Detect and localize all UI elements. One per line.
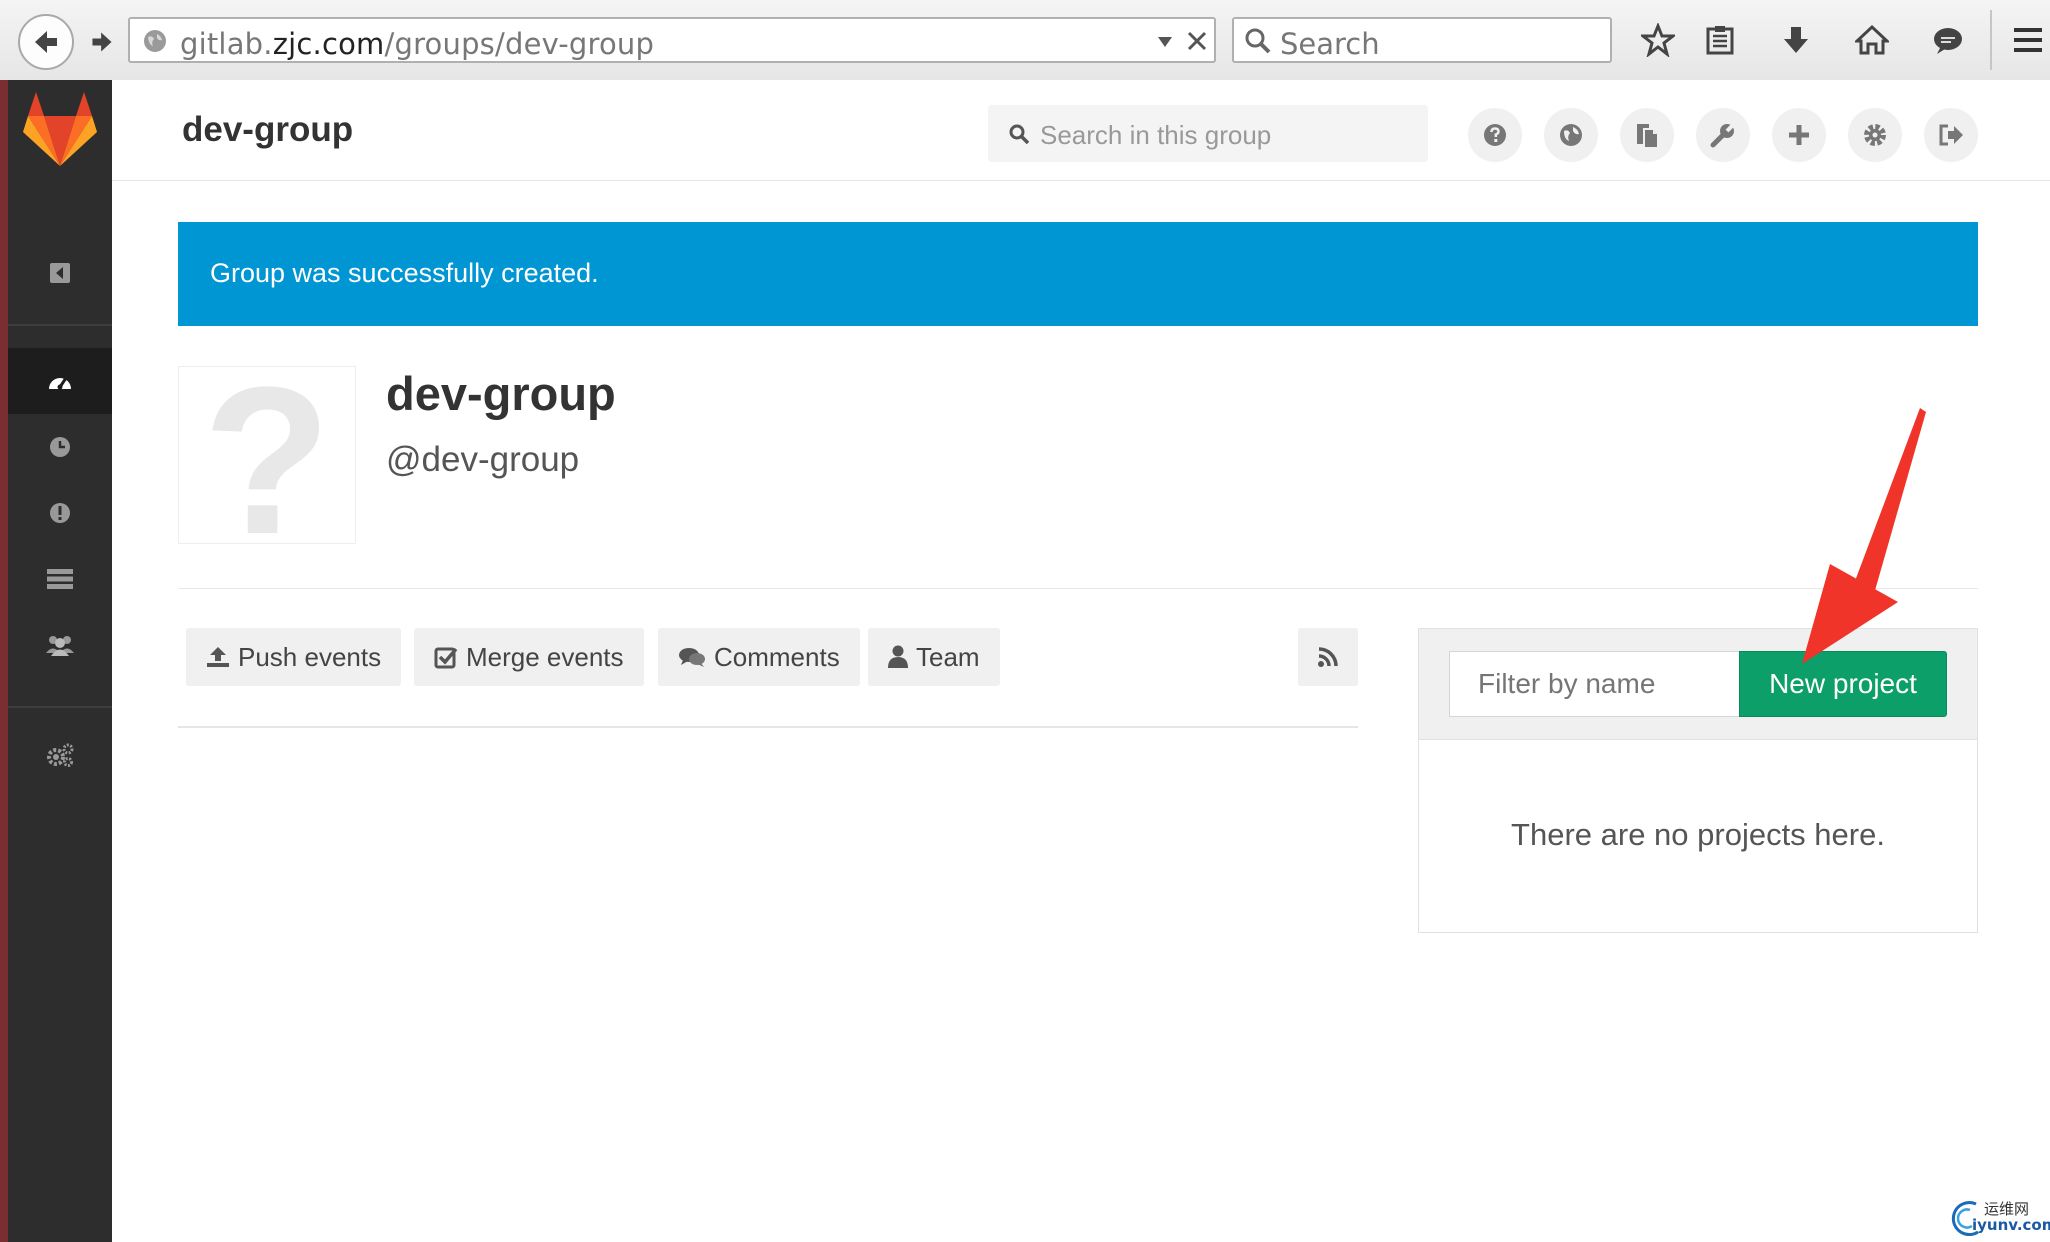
page-header: dev-group Search in this group [112,80,2050,181]
upload-icon [207,647,229,667]
comments-filter[interactable]: Comments [658,628,860,686]
reading-list-button[interactable] [1698,18,1742,62]
sign-out-button[interactable] [1924,108,1978,162]
check-square-icon [434,647,458,669]
annotation-arrow-icon [1802,408,1926,664]
menu-button[interactable] [2008,18,2048,62]
team-filter[interactable]: Team [868,628,1000,686]
group-path: @dev-group [386,440,580,479]
globe-icon [144,30,166,52]
team-label: Team [916,641,980,672]
flash-notice: Group was successfully created. [178,222,1978,326]
sign-out-icon [1939,124,1963,146]
gitlab-logo[interactable] [8,80,112,180]
profile-settings-button[interactable] [1848,108,1902,162]
search-icon [1245,28,1271,54]
filter-projects-input[interactable] [1449,651,1745,717]
header-title[interactable]: dev-group [182,110,353,150]
bookmark-star-button[interactable] [1636,18,1680,62]
question-circle-icon [1484,124,1506,146]
watermark-logo: 运维网 iyunv.com [1942,1192,2050,1242]
push-events-label: Push events [238,641,382,672]
group-avatar: ? [178,366,356,544]
sidebar-item-activity[interactable] [8,414,112,480]
url-bar[interactable]: gitlab.zjc.com/groups/dev-group [128,17,1216,63]
gitlab-fox-icon [23,92,97,166]
chat-bubble-icon [1934,28,1962,54]
sidebar-item-members[interactable] [8,612,112,678]
watermark-en-text: iyunv.com [1972,1216,2050,1234]
help-button[interactable] [1468,108,1522,162]
avatar-placeholder-glyph: ? [202,366,332,544]
merge-events-filter[interactable]: Merge events [414,628,644,686]
downloads-button[interactable] [1774,18,1818,62]
hamburger-menu-icon [2014,28,2042,52]
empty-projects-message: There are no projects here. [1511,817,1885,852]
browser-search-placeholder: Search [1280,27,1380,61]
url-clear-icon[interactable] [1186,30,1208,52]
globe-icon [1560,124,1582,146]
explore-button[interactable] [1544,108,1598,162]
flash-message: Group was successfully created. [210,258,599,288]
browser-toolbar: gitlab.zjc.com/groups/dev-group Search [0,0,2050,82]
dashboard-icon [49,377,71,390]
group-name: dev-group [386,367,616,420]
browser-search-bar[interactable]: Search [1232,17,1612,63]
sidebar-separator [8,324,112,326]
comments-label: Comments [714,641,840,672]
push-events-filter[interactable]: Push events [186,628,402,686]
back-arrow-icon [35,31,57,53]
sidebar-item-merge-requests[interactable] [8,546,112,612]
sidebar [8,80,112,1242]
desktop-edge [0,80,8,1242]
wrench-icon [1710,122,1736,148]
sidebar-collapse-button[interactable] [8,240,112,306]
exclamation-circle-icon [50,503,70,523]
forward-arrow-icon [92,32,112,52]
rss-icon [1318,647,1338,667]
star-icon [1641,23,1675,57]
sidebar-item-dashboard[interactable] [8,348,112,414]
plus-icon [1789,125,1809,145]
list-icon [47,569,73,589]
new-project-header-button[interactable] [1772,108,1826,162]
clipboard-icon [1706,26,1734,55]
search-icon [1009,124,1030,145]
group-search-placeholder: Search in this group [1040,120,1272,150]
back-button[interactable] [18,14,74,70]
divider [178,726,1358,728]
comments-icon [679,648,705,667]
cogs-icon [47,743,74,767]
rss-feed-button[interactable] [1298,628,1358,686]
copy-icon [1637,124,1657,147]
snippets-button[interactable] [1620,108,1674,162]
sidebar-separator [8,706,112,708]
url-dropdown-icon[interactable] [1156,35,1174,49]
chat-button[interactable] [1926,18,1970,62]
home-button[interactable] [1850,18,1894,62]
group-search-input[interactable]: Search in this group [988,105,1428,162]
admin-area-button[interactable] [1696,108,1750,162]
collapse-icon [50,263,70,283]
sidebar-item-settings[interactable] [8,722,112,788]
divider [178,588,1978,589]
download-arrow-icon [1784,27,1808,53]
url-text: gitlab.zjc.com/groups/dev-group [180,27,655,61]
users-icon [46,636,74,656]
toolbar-divider [1990,10,1992,70]
gear-icon [1864,124,1886,146]
forward-button[interactable] [80,20,124,64]
sidebar-item-issues[interactable] [8,480,112,546]
merge-events-label: Merge events [466,641,624,672]
home-icon [1855,24,1889,55]
clock-icon [50,437,70,457]
user-icon [888,645,908,668]
